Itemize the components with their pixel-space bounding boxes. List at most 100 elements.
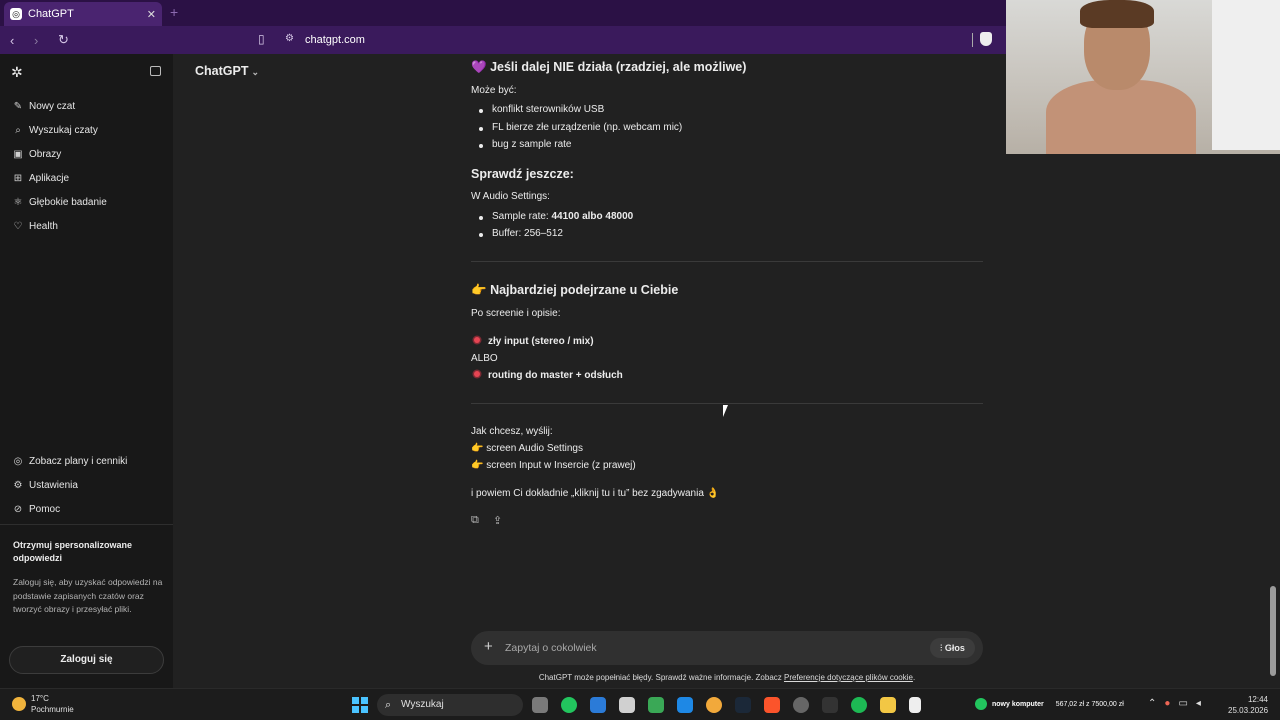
mail-icon[interactable]: [619, 697, 635, 713]
sidebar-item-apps[interactable]: ⊞ Aplikacje: [12, 169, 69, 187]
check-intro: W Audio Settings:: [471, 191, 550, 202]
volume-icon[interactable]: ◂: [1196, 698, 1209, 709]
windows-start-icon[interactable]: [352, 697, 368, 713]
sidebar-toggle-icon[interactable]: [150, 66, 161, 76]
model-selector[interactable]: ChatGPT ⌄: [195, 64, 259, 78]
clock-date: 25.03.2026: [1228, 706, 1269, 715]
file-explorer-icon[interactable]: [880, 697, 896, 713]
sidebar-item-health[interactable]: ♡ Health: [12, 217, 58, 235]
toolbar-divider: [972, 33, 973, 47]
pointing-hand-icon: 👉: [471, 460, 484, 471]
brave-shield-icon[interactable]: [980, 32, 992, 46]
weather-desc: Pochmurnie: [31, 705, 74, 714]
site-info-icon[interactable]: ⚙: [285, 33, 294, 44]
sidebar-item-help[interactable]: ⊘ Pomoc: [12, 500, 60, 518]
closing-intro: Jak chcesz, wyślij:: [471, 426, 553, 437]
divider: [471, 403, 983, 404]
list-item: bug z sample rate: [479, 139, 572, 150]
store-icon[interactable]: [677, 697, 693, 713]
sidebar-item-settings[interactable]: ⚙ Ustawienia: [12, 476, 78, 494]
purple-heart-icon: 💜: [471, 60, 487, 74]
sidebar-item-plans[interactable]: ◎ Zobacz plany i cenniki: [12, 452, 128, 470]
heart-icon: ♡: [13, 220, 23, 232]
forward-icon[interactable]: ›: [34, 33, 48, 48]
apps-icon: ⊞: [13, 172, 23, 184]
system-tray[interactable]: ⌃●▭◂: [1148, 698, 1209, 709]
sidebar: ✲ ✎ Nowy czat ⌕ Wyszukaj czaty ▣ Obrazy …: [0, 54, 173, 688]
copy-icon[interactable]: ⧉: [471, 514, 479, 527]
chevron-up-icon[interactable]: ⌃: [1148, 698, 1164, 709]
cookie-preferences-link[interactable]: Preferencje dotyczące plików cookie: [784, 673, 913, 682]
document-icon[interactable]: [909, 697, 921, 713]
app-g-icon[interactable]: [822, 697, 838, 713]
browser-toolbar: ‹ › ↻ ▯ ⚙ chatgpt.com: [0, 26, 1006, 54]
sidebar-item-label: Obrazy: [29, 148, 62, 160]
weather-widget[interactable]: 17°C Pochmurnie: [12, 693, 74, 715]
atom-icon: ⚛: [13, 196, 23, 208]
task-view-icon[interactable]: [532, 697, 548, 713]
steam-icon[interactable]: [735, 697, 751, 713]
plus-icon[interactable]: +: [484, 638, 493, 655]
brave-icon[interactable]: [764, 697, 780, 713]
reload-icon[interactable]: ↻: [58, 32, 72, 48]
mouse-cursor-icon: [723, 405, 733, 417]
shield-app-icon[interactable]: [648, 697, 664, 713]
sidebar-item-label: Health: [29, 220, 58, 232]
red-dot-icon: [474, 337, 480, 343]
heading-suspect: 👉 Najbardziej podejrzane u Ciebie: [471, 283, 679, 297]
app-green-icon[interactable]: [561, 697, 577, 713]
fallback-intro: Może być:: [471, 85, 517, 96]
closing-item: 👉 screen Input w Insercie (z prawej): [471, 460, 636, 471]
red-dot-icon: [474, 371, 480, 377]
close-tab-icon[interactable]: ✕: [147, 8, 156, 21]
taskbar-search[interactable]: ⌕ Wyszukaj: [377, 694, 523, 716]
chatgpt-favicon-icon: ◎: [10, 8, 22, 20]
heading-fallback: 💜 Jeśli dalej NIE działa (rzadziej, ale …: [471, 60, 747, 74]
chat-app-icon[interactable]: [706, 697, 722, 713]
spotify-icon[interactable]: [851, 697, 867, 713]
heading-check: Sprawdź jeszcze:: [471, 167, 574, 181]
image-icon: ▣: [13, 148, 23, 160]
back-icon[interactable]: ‹: [10, 33, 24, 48]
app-circle-icon[interactable]: [793, 697, 809, 713]
chevron-down-icon: ⌄: [251, 67, 260, 77]
sidebar-item-deep-research[interactable]: ⚛ Głębokie badanie: [12, 193, 107, 211]
voice-button[interactable]: ⫶ Głos: [930, 638, 975, 658]
weather-temp: 17°C: [31, 694, 49, 703]
pointing-hand-icon: 👉: [471, 283, 487, 297]
network-icon[interactable]: ▭: [1178, 698, 1195, 709]
status-name: nowy komputer: [992, 701, 1044, 708]
model-name: ChatGPT: [195, 64, 249, 78]
new-tab-icon[interactable]: +: [170, 4, 178, 20]
bookmark-icon[interactable]: ▯: [258, 32, 265, 46]
scrollbar[interactable]: [1270, 586, 1276, 676]
list-item: Buffer: 256–512: [479, 228, 563, 239]
chatgpt-logo-icon[interactable]: ✲: [11, 64, 23, 81]
sidebar-item-images[interactable]: ▣ Obrazy: [12, 145, 61, 163]
webcam-person-body: [1046, 80, 1196, 154]
clock[interactable]: 12:44 25.03.2026: [1228, 694, 1268, 716]
share-icon[interactable]: ⇪: [493, 514, 502, 527]
login-button[interactable]: Zaloguj się: [9, 646, 164, 674]
sidebar-item-label: Wyszukaj czaty: [29, 124, 98, 136]
sidebar-item-new-chat[interactable]: ✎ Nowy czat: [12, 97, 75, 115]
vscode-icon[interactable]: [590, 697, 606, 713]
gear-icon: ⚙: [13, 479, 23, 491]
sidebar-item-label: Aplikacje: [29, 172, 70, 184]
closing-final: i powiem Ci dokładnie „kliknij tu i tu” …: [471, 488, 720, 499]
suspect-or: ALBO: [471, 353, 498, 364]
promo-title: Otrzymuj spersonalizowane odpowiedzi: [13, 540, 133, 563]
prompt-input[interactable]: [505, 639, 885, 657]
mic-icon[interactable]: ●: [1164, 698, 1178, 709]
status-widget[interactable]: nowy komputer 567,02 zł z 7500,00 zł: [975, 695, 1124, 715]
disclaimer: ChatGPT może popełniać błędy. Sprawdź wa…: [538, 673, 916, 682]
browser-tab[interactable]: ◎ ChatGPT ✕: [4, 2, 162, 26]
address-bar[interactable]: chatgpt.com: [305, 34, 365, 46]
sidebar-item-label: Ustawienia: [29, 479, 78, 491]
taskbar: 17°C Pochmurnie ⌕ Wyszukaj nowy komputer …: [0, 688, 1280, 720]
help-icon: ⊘: [13, 503, 23, 515]
sidebar-item-search[interactable]: ⌕ Wyszukaj czaty: [12, 121, 98, 139]
pencil-icon: ✎: [13, 100, 23, 112]
weather-icon: [12, 697, 26, 711]
webcam-overlay: [1006, 0, 1280, 154]
